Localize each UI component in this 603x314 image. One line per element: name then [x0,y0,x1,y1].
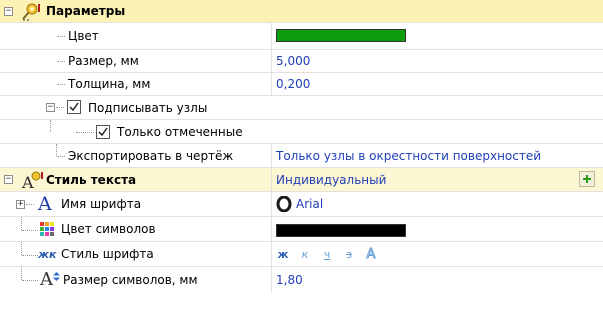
tree-line [57,84,65,85]
add-style-button[interactable] [579,171,595,187]
tree-line [22,280,38,281]
tree-line [21,242,22,255]
prop-row-size[interactable]: Размер, мм 5,000 [0,50,603,73]
prop-name-cell: Цвет [0,23,272,49]
prop-value-cell[interactable]: Arial [271,192,603,216]
color-swatch[interactable] [276,29,406,42]
collapse-toggle[interactable]: − [4,175,13,184]
prop-value-cell[interactable]: 5,000 [271,50,603,72]
tree-line [57,156,65,157]
collapse-toggle[interactable]: − [4,7,13,16]
prop-row-symbol-size[interactable]: A Размер символов, мм 1,80 [0,267,603,292]
size-value[interactable]: 5,000 [276,50,310,72]
symbol-size-value[interactable]: 1,80 [276,267,303,292]
prop-label-size: Размер, мм [68,54,139,68]
collapse-toggle[interactable]: − [46,103,55,112]
tree-line [76,132,94,133]
group-header-text-style-cell: − A Стиль текста [0,168,272,193]
prop-name-cell: Цвет символов [0,217,272,241]
underline-button[interactable]: ч [317,242,337,266]
font-style-icon: жк [38,247,57,261]
prop-name-cell: Размер, мм [0,50,272,72]
group-header-params-cell: − Параметры [0,0,603,22]
group-header-text-style[interactable]: − A Стиль текста Индивидуальный [0,168,603,192]
palette-icon [40,222,55,240]
export-value[interactable]: Только узлы в окрестности поверхностей [276,144,541,167]
prop-label-sign-nodes: Подписывать узлы [88,100,208,115]
tree-line [56,107,64,108]
prop-value-cell[interactable]: 1,80 [271,267,603,292]
opentype-icon [276,195,292,215]
tree-line [56,144,57,156]
prop-name-cell: − Подписывать узлы [0,96,603,119]
prop-row-only-marked[interactable]: Только отмеченные [0,120,603,144]
prop-row-sign-nodes[interactable]: − Подписывать узлы [0,96,603,120]
prop-name-cell: + A Имя шрифта [0,192,272,216]
prop-row-font-style[interactable]: жк Стиль шрифта ж к ч з A [0,242,603,267]
tree-line [57,36,65,37]
prop-label-color: Цвет [68,29,99,43]
prop-name-cell: A Размер символов, мм [0,267,272,292]
group-title-text-style: Стиль текста [46,172,137,187]
prop-value-cell[interactable] [271,23,603,49]
bold-button[interactable]: ж [273,242,293,266]
prop-name-cell: Экспортировать в чертёж [0,144,272,167]
group-header-params[interactable]: − Параметры [0,0,603,23]
text-style-icon: A [20,170,44,193]
prop-label-thickness: Толщина, мм [68,77,151,91]
prop-value-cell[interactable]: ж к ч з A [271,242,603,266]
tree-line [22,255,38,256]
prop-label-symbol-color: Цвет символов [61,222,156,236]
font-name-value[interactable]: Arial [296,192,323,216]
only-marked-checkbox[interactable] [96,125,110,139]
prop-name-cell: жк Стиль шрифта [0,242,272,266]
strikethrough-button[interactable]: з [339,242,359,266]
prop-label-only-marked: Только отмеченные [117,124,243,139]
expand-toggle[interactable]: + [16,200,25,209]
prop-value-cell[interactable]: 0,200 [271,73,603,95]
tree-line [50,120,51,132]
text-style-value[interactable]: Индивидуальный [276,168,386,191]
prop-value-cell[interactable]: Только узлы в окрестности поверхностей [271,144,603,167]
prop-name-cell: Толщина, мм [0,73,272,95]
thickness-value[interactable]: 0,200 [276,73,310,95]
prop-row-export[interactable]: Экспортировать в чертёж Только узлы в ок… [0,144,603,168]
prop-label-font-style: Стиль шрифта [61,247,154,261]
italic-button[interactable]: к [295,242,315,266]
prop-row-color[interactable]: Цвет [0,23,603,50]
tree-line [21,267,22,280]
prop-label-export: Экспортировать в чертёж [68,148,234,163]
tree-line [26,204,34,205]
prop-label-font-name: Имя шрифта [61,197,142,211]
prop-label-symbol-size: Размер символов, мм [63,272,198,287]
tree-line [57,61,65,62]
group-title-params: Параметры [46,4,126,18]
prop-row-font-name[interactable]: + A Имя шрифта Arial [0,192,603,217]
prop-row-symbol-color[interactable]: Цвет символов [0,217,603,242]
prop-value-cell[interactable]: Индивидуальный [271,168,603,191]
property-grid: − Параметры Цвет Размер, мм 5,000 Толщин… [0,0,603,314]
parameters-icon [20,2,42,25]
symbol-color-swatch[interactable] [276,224,406,237]
prop-value-cell[interactable] [271,217,603,241]
tree-line [22,230,38,231]
prop-name-cell: Только отмеченные [0,120,603,143]
font-icon: A [38,193,52,215]
tree-line [21,217,22,230]
outline-button[interactable]: A [361,242,381,266]
sign-nodes-checkbox[interactable] [67,100,81,114]
size-arrows-icon [53,270,60,284]
font-size-icon: A [40,269,53,290]
prop-row-thickness[interactable]: Толщина, мм 0,200 [0,73,603,96]
